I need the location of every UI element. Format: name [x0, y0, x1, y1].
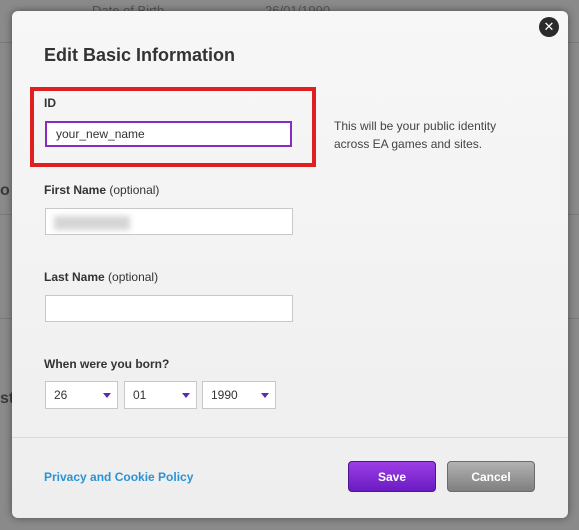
dialog-title: Edit Basic Information: [44, 45, 236, 65]
first-name-label-text: First Name: [44, 183, 107, 197]
background-text: o: [0, 182, 10, 199]
first-name-redacted: [54, 216, 130, 230]
birth-year-value: 1990: [211, 388, 238, 402]
birth-month-value: 01: [133, 388, 147, 402]
birth-day-select[interactable]: 26: [45, 381, 118, 409]
last-name-label: Last Name (optional): [44, 270, 158, 284]
save-button[interactable]: Save: [348, 461, 436, 492]
last-name-optional: (optional): [108, 270, 159, 284]
close-icon[interactable]: ✕: [539, 17, 559, 37]
chevron-down-icon: [103, 393, 111, 398]
privacy-policy-link[interactable]: Privacy and Cookie Policy: [44, 470, 193, 484]
birth-month-select[interactable]: 01: [124, 381, 197, 409]
birth-day-value: 26: [54, 388, 68, 402]
chevron-down-icon: [182, 393, 190, 398]
footer-divider: [12, 437, 568, 438]
first-name-label: First Name (optional): [44, 183, 159, 197]
first-name-optional: (optional): [109, 183, 160, 197]
id-input[interactable]: [45, 121, 292, 147]
birth-year-select[interactable]: 1990: [202, 381, 276, 409]
cancel-button[interactable]: Cancel: [447, 461, 535, 492]
edit-basic-info-dialog: ✕ Edit Basic Information ID This will be…: [12, 11, 568, 518]
id-hint: This will be your public identity across…: [334, 119, 497, 151]
last-name-input[interactable]: [45, 295, 293, 322]
birth-label: When were you born?: [44, 357, 170, 371]
id-label: ID: [44, 96, 56, 110]
chevron-down-icon: [261, 393, 269, 398]
last-name-label-text: Last Name: [44, 270, 105, 284]
